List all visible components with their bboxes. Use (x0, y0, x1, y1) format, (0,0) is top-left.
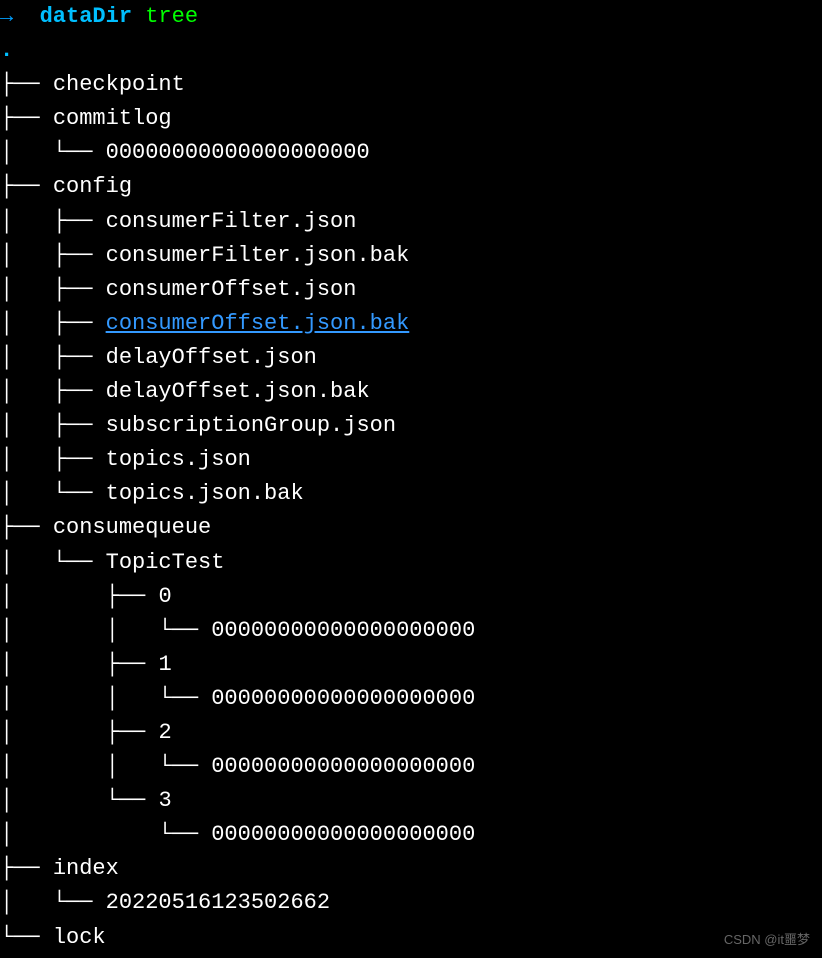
tree-entry: index (53, 856, 119, 881)
tree-branch: │ ├── (0, 447, 106, 472)
tree-entry: delayOffset.json (106, 345, 317, 370)
tree-branch: │ └── (0, 550, 106, 575)
tree-entry: 00000000000000000000 (211, 822, 475, 847)
tree-branch: │ ├── (0, 311, 106, 336)
tree-entry: consumerFilter.json.bak (106, 243, 410, 268)
tree-branch: └── (0, 925, 53, 950)
tree-root: . (0, 38, 13, 63)
tree-branch: │ ├── (0, 652, 158, 677)
watermark: CSDN @it噩梦 (724, 930, 810, 950)
tree-entry: 2 (158, 720, 171, 745)
tree-entry: consumerOffset.json (106, 277, 357, 302)
tree-entry: config (53, 174, 132, 199)
tree-entry: subscriptionGroup.json (106, 413, 396, 438)
tree-branch: │ ├── (0, 720, 158, 745)
tree-branch: │ ├── (0, 379, 106, 404)
tree-branch: │ │ └── (0, 754, 211, 779)
command-text: tree (145, 4, 198, 29)
tree-branch: │ ├── (0, 243, 106, 268)
tree-entry: 00000000000000000000 (211, 618, 475, 643)
tree-entry: consumequeue (53, 515, 211, 540)
tree-branch: ├── (0, 515, 53, 540)
tree-entry: checkpoint (53, 72, 185, 97)
tree-branch: │ └── (0, 481, 106, 506)
prompt-arrow-icon: → (0, 4, 13, 29)
tree-branch: │ ├── (0, 209, 106, 234)
tree-branch: │ │ └── (0, 686, 211, 711)
tree-branch: │ ├── (0, 584, 158, 609)
tree-entry: 00000000000000000000 (106, 140, 370, 165)
terminal-output: → dataDir tree . ├── checkpoint ├── comm… (0, 0, 822, 955)
tree-branch: ├── (0, 174, 53, 199)
tree-entry: topics.json (106, 447, 251, 472)
tree-branch: │ └── (0, 822, 211, 847)
tree-entry: 3 (158, 788, 171, 813)
tree-entry: 0 (158, 584, 171, 609)
tree-branch: │ │ └── (0, 618, 211, 643)
tree-branch: ├── (0, 856, 53, 881)
tree-branch: │ └── (0, 890, 106, 915)
tree-branch: ├── (0, 72, 53, 97)
tree-entry: consumerOffset.json.bak (106, 311, 410, 336)
tree-entry: 1 (158, 652, 171, 677)
tree-branch: │ ├── (0, 345, 106, 370)
tree-branch: │ ├── (0, 413, 106, 438)
tree-entry: 00000000000000000000 (211, 686, 475, 711)
tree-branch: │ └── (0, 788, 158, 813)
tree-entry: consumerFilter.json (106, 209, 357, 234)
tree-entry: 20220516123502662 (106, 890, 330, 915)
tree-entry: lock (53, 925, 106, 950)
tree-entry: TopicTest (106, 550, 225, 575)
tree-entry: 00000000000000000000 (211, 754, 475, 779)
tree-listing: ├── checkpoint ├── commitlog │ └── 00000… (0, 68, 822, 954)
tree-branch: │ ├── (0, 277, 106, 302)
tree-branch: │ └── (0, 140, 106, 165)
tree-branch: ├── (0, 106, 53, 131)
tree-entry: topics.json.bak (106, 481, 304, 506)
tree-entry: commitlog (53, 106, 172, 131)
current-directory: dataDir (40, 4, 132, 29)
tree-entry: delayOffset.json.bak (106, 379, 370, 404)
